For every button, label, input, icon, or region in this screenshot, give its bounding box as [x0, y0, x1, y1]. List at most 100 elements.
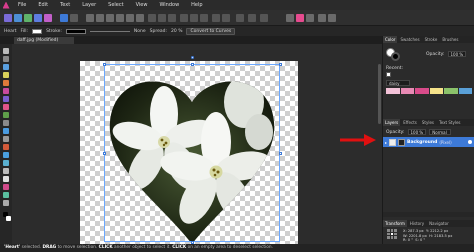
r-field[interactable]: 0 °	[408, 238, 413, 242]
opacity-field[interactable]: 100 %	[447, 51, 467, 57]
tab-transform[interactable]: Transform	[383, 220, 407, 227]
menu-help[interactable]: Help	[185, 2, 208, 8]
red-eye-tool-icon[interactable]	[3, 144, 9, 150]
s-field[interactable]: 0 °	[420, 238, 425, 242]
tab-color[interactable]: Color	[383, 36, 398, 43]
recent-swatch[interactable]	[386, 72, 391, 77]
align-icon[interactable]	[222, 14, 230, 22]
paint-brush-icon[interactable]	[3, 88, 9, 94]
menu-edit[interactable]: Edit	[32, 2, 54, 8]
erase-brush-icon[interactable]	[3, 96, 9, 102]
crop-tool-icon[interactable]	[3, 64, 9, 70]
arrange-icon[interactable]	[248, 14, 256, 22]
mask-icon[interactable]	[158, 14, 166, 22]
help-icon[interactable]	[328, 14, 336, 22]
tab-brushes[interactable]: Brushes	[440, 36, 460, 43]
convert-to-curves-button[interactable]: Convert to Curves	[186, 27, 236, 35]
anchor-grid[interactable]	[387, 229, 397, 239]
document-tab[interactable]: daff.jpg (Modified) (22.4%)	[14, 37, 74, 50]
tab-effects[interactable]: Effects	[401, 119, 419, 126]
selection-brush-icon[interactable]	[3, 72, 9, 78]
spread-value[interactable]: 20 %	[171, 29, 182, 34]
menu-window[interactable]: Window	[153, 2, 185, 8]
tab-styles[interactable]: Styles	[420, 119, 436, 126]
secondary-color-swatch[interactable]	[6, 216, 11, 221]
persona-export-icon[interactable]	[44, 14, 52, 22]
resize-handle-right[interactable]	[279, 152, 282, 155]
persona-liquify-icon[interactable]	[14, 14, 22, 22]
move-tool-icon[interactable]	[3, 48, 9, 54]
tab-text-styles[interactable]: Text Styles	[437, 119, 463, 126]
distribute-icon[interactable]	[260, 14, 268, 22]
flood-select-icon[interactable]	[3, 80, 9, 86]
zoom-tool-icon[interactable]	[3, 200, 9, 206]
palette-select[interactable]: daisy	[386, 80, 410, 86]
menu-file[interactable]: File	[12, 2, 32, 8]
selection-icon[interactable]	[148, 14, 156, 22]
persona-tonemap-icon[interactable]	[34, 14, 42, 22]
expand-arrow-icon[interactable]: ▸	[385, 140, 387, 145]
mode-icon[interactable]	[180, 14, 188, 22]
dodge-tool-icon[interactable]	[3, 112, 9, 118]
color-picker-tool-icon[interactable]	[3, 192, 9, 198]
pen-tool-icon[interactable]	[3, 152, 9, 158]
zoom-icon[interactable]	[70, 14, 78, 22]
rotate-handle[interactable]	[191, 56, 194, 59]
tab-layers[interactable]: Layers	[383, 119, 401, 126]
picker-icon[interactable]	[306, 14, 314, 22]
curves-icon[interactable]	[96, 14, 104, 22]
transform-icon[interactable]	[200, 14, 208, 22]
link-icon[interactable]	[212, 14, 220, 22]
stroke-swatch[interactable]	[65, 28, 86, 34]
healing-tool-icon[interactable]	[3, 128, 9, 134]
persona-photo-icon[interactable]	[4, 14, 12, 22]
clone-tool-icon[interactable]	[3, 120, 9, 126]
brush-icon[interactable]	[136, 14, 144, 22]
node-tool-icon[interactable]	[3, 160, 9, 166]
layer-opacity-field[interactable]: 100 %	[407, 129, 427, 135]
menu-view[interactable]: View	[130, 2, 154, 8]
menu-text[interactable]: Text	[54, 2, 76, 8]
color-swatch-icon[interactable]	[296, 14, 304, 22]
resize-handle-left[interactable]	[103, 152, 106, 155]
vertical-scrollbar[interactable]	[378, 64, 381, 124]
shape-tool-icon[interactable]	[3, 168, 9, 174]
adjust-icon[interactable]	[106, 14, 114, 22]
layer-visibility-icon[interactable]	[468, 140, 472, 144]
w-field[interactable]: 2201.8 px	[409, 234, 427, 238]
y-field[interactable]: 2212.2 px	[430, 229, 448, 233]
tab-stroke[interactable]: Stroke	[423, 36, 440, 43]
snap-icon[interactable]	[168, 14, 176, 22]
gradient-tool-icon[interactable]	[3, 184, 9, 190]
tab-history[interactable]: History	[408, 220, 426, 227]
text-tool-icon[interactable]	[3, 176, 9, 182]
hexagon-icon[interactable]	[60, 14, 68, 22]
canvas-area[interactable]	[12, 44, 382, 251]
blur-tool-icon[interactable]	[3, 136, 9, 142]
resize-handle-top[interactable]	[191, 63, 194, 66]
grid-icon[interactable]	[190, 14, 198, 22]
stroke-width-slider[interactable]	[89, 30, 130, 32]
filter-icon[interactable]	[116, 14, 124, 22]
blend-mode-select[interactable]: Normal	[429, 129, 452, 135]
crop-icon[interactable]	[126, 14, 134, 22]
color-wheel-icon[interactable]	[286, 14, 294, 22]
resize-handle-top-right[interactable]	[279, 63, 282, 66]
levels-icon[interactable]	[86, 14, 94, 22]
x-field[interactable]: 287.3 px	[408, 229, 424, 233]
menu-layer[interactable]: Layer	[76, 2, 102, 8]
view-tool-icon[interactable]	[3, 56, 9, 62]
palette-swatches[interactable]	[386, 88, 472, 94]
menu-select[interactable]: Select	[102, 2, 129, 8]
tab-navigator[interactable]: Navigator	[427, 220, 451, 227]
persona-develop-icon[interactable]	[24, 14, 32, 22]
fill-tool-icon[interactable]	[3, 104, 9, 110]
settings-icon[interactable]	[318, 14, 326, 22]
resize-handle-top-left[interactable]	[103, 63, 106, 66]
insert-icon[interactable]	[236, 14, 244, 22]
layer-row-background[interactable]: ▸ Background (Pixel)	[383, 137, 474, 147]
stroke-color-circle[interactable]	[391, 52, 400, 61]
fill-swatch[interactable]	[32, 28, 43, 34]
h-field[interactable]: 2183.5 px	[434, 234, 452, 238]
tab-swatches[interactable]: Swatches	[398, 36, 421, 43]
